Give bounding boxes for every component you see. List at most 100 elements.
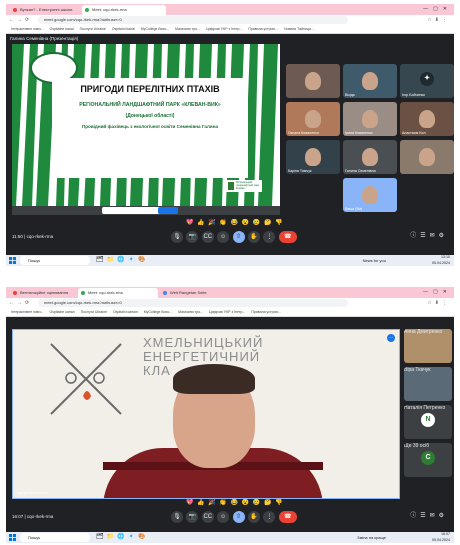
bookmark-item[interactable]: Магазини тро...: [178, 310, 203, 314]
window-controls[interactable]: —▢✕: [423, 287, 452, 298]
taskbar-search[interactable]: Пошук: [20, 533, 90, 542]
taskbar-clock[interactable]: 13:10 05.04.2024: [432, 255, 450, 266]
participant-name: Оксана Коваленко: [288, 131, 319, 135]
participant-tile[interactable]: Галина Семенівна: [343, 140, 397, 174]
participant-tile[interactable]: Анастасія Кол.: [400, 102, 454, 136]
participant-tile[interactable]: Ірина Коваленко: [343, 102, 397, 136]
reaction-bar[interactable]: 💖 👍 🎉 👏 😂 😮 😢 🤔 👎: [186, 499, 284, 509]
more-options-icon[interactable]: ⋮: [263, 511, 276, 523]
bookmark-item[interactable]: Правила устрою...: [248, 27, 278, 31]
browser-tab[interactable]: Welt Rangetan Seite: [160, 288, 234, 298]
present-icon[interactable]: ⇧: [232, 511, 245, 523]
camera-icon[interactable]: 📷: [186, 511, 199, 523]
participant-tile[interactable]: [286, 64, 340, 98]
more-options-icon[interactable]: ⋮: [263, 231, 276, 243]
tab-favicon-icon: [13, 291, 17, 295]
browser-tab-active[interactable]: Meet: cqo-rkek-rma: [82, 5, 166, 15]
speaker-hair: [173, 364, 255, 394]
bookmark-item[interactable]: Ospitalni каналі: [113, 310, 138, 314]
windows-start-icon[interactable]: [9, 257, 16, 264]
windows-start-icon[interactable]: [9, 534, 16, 541]
participant-name: Наталія Петренко: [404, 405, 446, 411]
browser-action-icons[interactable]: ☆⬇⋮: [427, 298, 450, 308]
side-panel-icons[interactable]: ⓘ☰✉⚙: [410, 230, 448, 239]
more-participants-tile[interactable]: С Ще 39 осіб: [404, 443, 452, 477]
window-controls[interactable]: —▢✕: [423, 4, 452, 15]
bookmark-item[interactable]: Правила устрою...: [251, 310, 281, 314]
taskbar-clock[interactable]: 16:07 05.04.2024: [432, 532, 450, 543]
bookmark-item[interactable]: Інтерактивне навч...: [11, 310, 43, 314]
bookmark-item[interactable]: Цифрові УКР з Інтер...: [209, 310, 245, 314]
tab-label: Вентиляційне оцінювання: [20, 290, 69, 295]
participant-name: Анна Дмитренко: [404, 329, 443, 335]
tab-favicon-icon: [163, 291, 167, 295]
emoji-icon[interactable]: ☺: [217, 231, 230, 243]
end-call-icon[interactable]: ☎: [278, 511, 297, 523]
emoji-icon[interactable]: ☺: [217, 511, 230, 523]
participant-face: [419, 148, 435, 166]
participant-tile[interactable]: Віра Ткачук: [404, 367, 452, 401]
participant-tile[interactable]: [400, 140, 454, 174]
participant-face: [362, 72, 378, 90]
browser-action-icons[interactable]: ☆⬇⋮: [427, 15, 450, 25]
control-buttons: 🎙 📷 CC ☺ ⇧ ✋ ⋮ ☎: [171, 231, 299, 245]
self-tile[interactable]: Ваша (Ви): [343, 178, 397, 212]
participant-tile[interactable]: Каріна Тимчук: [286, 140, 340, 174]
raise-hand-icon[interactable]: ✋: [247, 511, 260, 523]
tab-label: Вулкан? - Електронні школи: [20, 7, 73, 12]
side-panel-icons[interactable]: ⓘ☰✉⚙: [410, 510, 448, 519]
captions-icon[interactable]: CC: [201, 231, 214, 243]
bookmark-item[interactable]: Магазини тро...: [175, 27, 200, 31]
clock-date: 05.04.2024: [432, 260, 450, 265]
bookmark-item[interactable]: Послуги Ukraine: [80, 27, 106, 31]
meet-control-bar: 💖 👍 🎉 👏 😂 😮 😢 🤔 👎 11:50 | cqo-rkek-rma 🎙…: [6, 219, 454, 247]
participant-tile[interactable]: N Наталія Петренко: [404, 405, 452, 439]
slide-author: Провідний фахівець з екологічної освіти …: [81, 124, 219, 129]
slides-action[interactable]: [158, 207, 178, 214]
participant-tile[interactable]: Оксана Коваленко: [286, 102, 340, 136]
tab-bar: Вентиляційне оцінювання Meet: cqo-rkek-r…: [6, 287, 454, 298]
raise-hand-icon[interactable]: ✋: [247, 231, 260, 243]
slide-subtitle: РЕГІОНАЛЬНИЙ ЛАНДШАФТНИЙ ПАРК «КЛЕВАН-ВИ…: [79, 102, 221, 108]
mic-icon[interactable]: 🎙: [171, 511, 183, 523]
energy-logo-icon: [50, 343, 122, 415]
url-field[interactable]: meet.google.com/cqo-rkek-rma?authuser=0: [38, 16, 348, 24]
browser-tab[interactable]: Вентиляційне оцінювання: [10, 288, 76, 298]
slides-nav[interactable]: [102, 207, 162, 214]
participant-tile[interactable]: Анна Дмитренко: [404, 329, 452, 363]
bookmark-item[interactable]: Ospitalne канал: [49, 310, 74, 314]
nav-buttons[interactable]: ←→⟳: [9, 298, 32, 308]
bookmark-item[interactable]: MyCollege Вихо...: [141, 27, 169, 31]
bookmark-item[interactable]: Ospitalni kanal: [112, 27, 135, 31]
meeting-time-code: 16:07 | cqo-rkek-rma: [12, 514, 54, 519]
participant-name: Каріна Тимчук: [288, 169, 312, 173]
end-call-icon[interactable]: ☎: [278, 231, 297, 243]
bookmark-item[interactable]: Новини Тайниця...: [284, 27, 314, 31]
bookmark-item[interactable]: Послуги Ukraine: [81, 310, 107, 314]
mic-icon[interactable]: 🎙: [171, 231, 183, 243]
taskbar-widget[interactable]: News for you: [363, 255, 386, 266]
browser-tab[interactable]: Вулкан? - Електронні школи: [10, 5, 80, 15]
camera-icon[interactable]: 📷: [186, 231, 199, 243]
participant-name: Ірина Коваленко: [345, 131, 373, 135]
taskbar-widget[interactable]: Зміна на краще: [357, 532, 386, 543]
present-icon[interactable]: ⇧: [232, 231, 245, 243]
bookmark-item[interactable]: MyCollege Вихо...: [144, 310, 172, 314]
bookmark-item[interactable]: Ospitalne kanal: [49, 27, 73, 31]
pin-icon[interactable]: ⋯: [387, 334, 395, 342]
participant-avatar-icon: ✦: [420, 72, 434, 86]
reaction-bar[interactable]: 💖 👍 🎉 👏 😂 😮 😢 🤔 👎: [186, 219, 284, 229]
taskbar-search[interactable]: Пошук: [20, 256, 90, 265]
bookmark-item[interactable]: Цифрові УКР з Інтер...: [206, 27, 242, 31]
bookmark-item[interactable]: Інтерактивне навч...: [11, 27, 43, 31]
url-field[interactable]: meet.google.com/cqo-rkek-rma?authuser=0: [38, 299, 348, 307]
slides-toolbar[interactable]: [12, 206, 280, 215]
captions-icon[interactable]: CC: [201, 511, 214, 523]
main-speaker-video[interactable]: ХМЕЛЬНИЦЬКИЙ ЕНЕРГЕТИЧНИЙ КЛА ⋯ Артур Ко…: [12, 329, 400, 499]
participant-tile[interactable]: ✦ Ігор Бойченко: [400, 64, 454, 98]
browser-tab-active[interactable]: Meet: cqo-rkek-rma: [78, 288, 158, 298]
taskbar-apps[interactable]: 🗂📁🌐📧🎨: [96, 533, 149, 542]
participant-tile[interactable]: Вікіда: [343, 64, 397, 98]
taskbar-apps[interactable]: 🗂📁🌐📧🎨: [96, 256, 149, 265]
nav-buttons[interactable]: ←→⟳: [9, 15, 32, 25]
